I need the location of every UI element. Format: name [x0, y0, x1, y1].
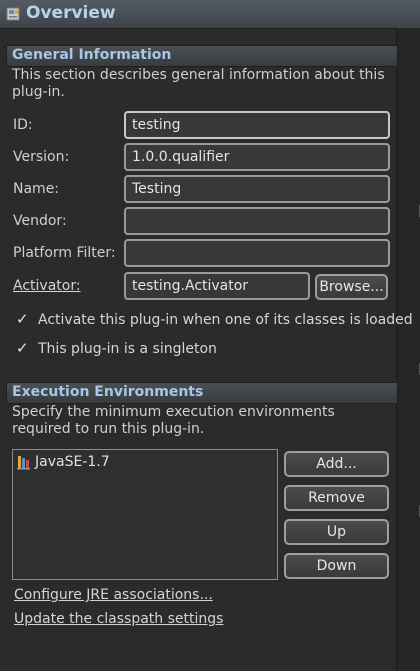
singleton-checkbox[interactable]: ✓ This plug-in is a singleton [16, 339, 217, 357]
checkmark-icon: ✓ [16, 339, 29, 357]
plugin-manifest-icon [6, 7, 20, 21]
platform-filter-label: Platform Filter: [13, 245, 116, 261]
page-title: Overview [26, 3, 116, 23]
remove-button[interactable]: Remove [284, 485, 389, 511]
right-sash[interactable] [396, 28, 420, 671]
configure-jre-associations-link[interactable]: Configure JRE associations... [14, 587, 213, 603]
execution-environments-list[interactable]: JavaSE-1.7 [12, 449, 278, 580]
id-field[interactable] [124, 111, 390, 139]
execution-environments-title: Execution Environments [12, 384, 204, 400]
name-field[interactable] [124, 175, 390, 203]
name-label: Name: [13, 181, 60, 197]
vendor-label: Vendor: [13, 213, 67, 229]
version-label: Version: [13, 149, 70, 165]
platform-filter-field[interactable] [124, 239, 390, 267]
activate-on-load-checkbox[interactable]: ✓ Activate this plug-in when one of its c… [16, 310, 413, 328]
add-button[interactable]: Add... [284, 451, 389, 477]
id-label: ID: [13, 117, 33, 133]
activate-on-load-label: Activate this plug-in when one of its cl… [38, 312, 413, 328]
activator-field[interactable] [124, 272, 310, 300]
up-button[interactable]: Up [284, 519, 389, 545]
singleton-label: This plug-in is a singleton [38, 341, 217, 357]
execution-environments-header[interactable]: Execution Environments [6, 382, 398, 404]
down-button[interactable]: Down [284, 553, 389, 579]
jre-library-icon [17, 456, 30, 470]
general-information-title: General Information [12, 47, 172, 63]
browse-button[interactable]: Browse... [315, 274, 388, 300]
vendor-field[interactable] [124, 207, 390, 235]
environment-label: JavaSE-1.7 [35, 454, 110, 470]
list-item[interactable]: JavaSE-1.7 [16, 454, 110, 470]
editor-title-bar: Overview [0, 0, 420, 29]
checkmark-icon: ✓ [16, 310, 29, 328]
general-information-header[interactable]: General Information [6, 45, 398, 67]
general-information-description: This section describes general informati… [12, 67, 385, 100]
update-classpath-link[interactable]: Update the classpath settings [14, 611, 223, 627]
execution-environments-description: Specify the minimum execution environmen… [12, 404, 335, 437]
version-field[interactable] [124, 143, 390, 171]
activator-link[interactable]: Activator: [13, 278, 81, 294]
